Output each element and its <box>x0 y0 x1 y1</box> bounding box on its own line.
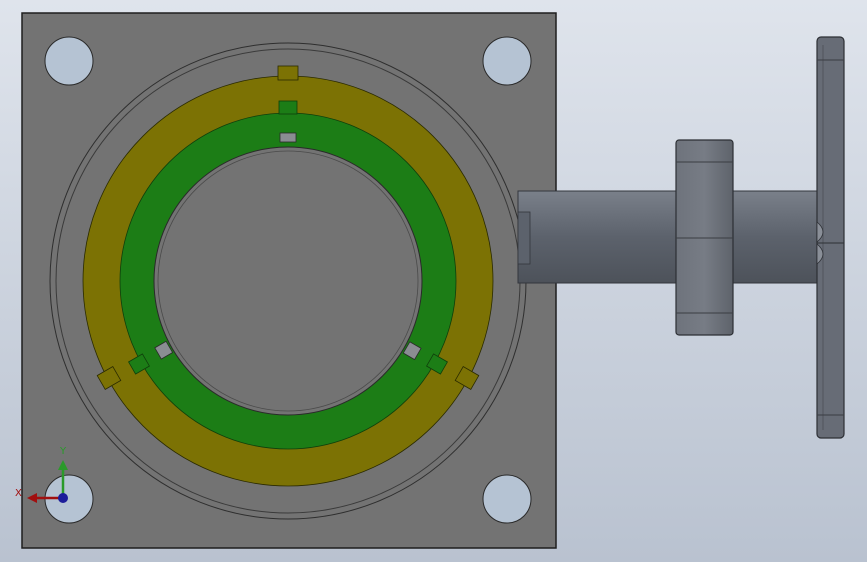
mounting-hole-bottom-right[interactable] <box>482 474 532 524</box>
input-shaft[interactable] <box>517 190 819 284</box>
model-scene[interactable]: Y X <box>0 0 867 562</box>
shaft-collar <box>517 211 531 265</box>
bore-notch-top <box>279 132 297 143</box>
y-axis-label: Y <box>59 446 67 457</box>
z-axis-dot <box>58 493 68 503</box>
mounting-hole-top-left[interactable] <box>44 36 94 86</box>
mounting-hole-top-right[interactable] <box>482 36 532 86</box>
outer-ring-tab-top <box>277 65 299 81</box>
cad-viewport[interactable]: Y X <box>0 0 867 562</box>
bore[interactable] <box>153 146 423 416</box>
inner-ring-tab-top <box>278 100 298 115</box>
x-axis-label: X <box>15 488 22 499</box>
